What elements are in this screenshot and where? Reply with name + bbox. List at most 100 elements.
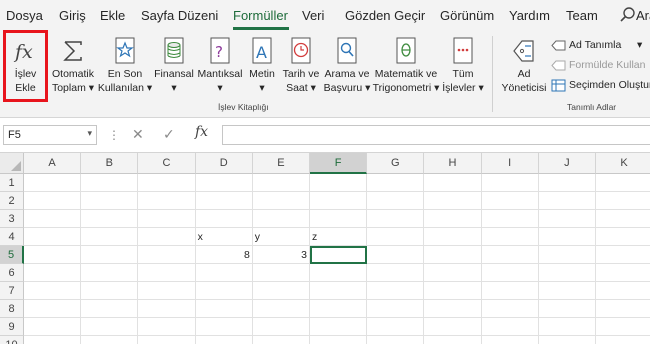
cell-b8[interactable] (81, 300, 139, 318)
cell-a8[interactable] (24, 300, 82, 318)
cell-g5[interactable] (367, 246, 425, 264)
cell-f8[interactable] (310, 300, 368, 318)
cell-i9[interactable] (481, 318, 539, 336)
column-header-i[interactable]: I (481, 153, 539, 174)
cell-g9[interactable] (367, 318, 425, 336)
row-header-8[interactable]: 8 (0, 300, 24, 318)
chevron-down-icon[interactable]: ▾ (87, 128, 92, 139)
cell-c4[interactable] (138, 228, 196, 246)
cell-e7[interactable] (252, 282, 310, 300)
logical-button[interactable]: ? Mantıksal ▾ (195, 32, 245, 104)
cell-h4[interactable] (424, 228, 482, 246)
cell-k8[interactable] (596, 300, 650, 318)
cell-b4[interactable] (81, 228, 139, 246)
cell-g4[interactable] (367, 228, 425, 246)
enter-button[interactable]: ✓ (163, 126, 175, 143)
cell-h10[interactable] (424, 336, 482, 344)
cell-c7[interactable] (138, 282, 196, 300)
column-header-e[interactable]: E (252, 153, 310, 174)
cell-f4[interactable]: z (310, 228, 368, 246)
cell-i3[interactable] (481, 210, 539, 228)
column-header-c[interactable]: C (138, 153, 196, 174)
cell-c3[interactable] (138, 210, 196, 228)
cell-i1[interactable] (481, 174, 539, 192)
more-options-icon[interactable]: ⋮ (108, 128, 120, 142)
cell-i10[interactable] (482, 336, 539, 344)
search-icon[interactable] (619, 6, 637, 24)
cell-h5[interactable] (424, 246, 482, 264)
active-cell[interactable] (310, 246, 368, 264)
cell-e4[interactable]: y (252, 228, 310, 246)
cell-e1[interactable] (252, 174, 310, 192)
cell-j9[interactable] (538, 318, 596, 336)
cell-k2[interactable] (596, 192, 650, 210)
row-header-6[interactable]: 6 (0, 264, 24, 282)
cell-c9[interactable] (138, 318, 196, 336)
tab-giris[interactable]: Giriş (59, 8, 86, 23)
cell-h9[interactable] (424, 318, 482, 336)
tab-ekle[interactable]: Ekle (100, 8, 125, 23)
cell-g7[interactable] (367, 282, 425, 300)
cell-a3[interactable] (24, 210, 82, 228)
cell-e3[interactable] (252, 210, 310, 228)
cell-f2[interactable] (310, 192, 368, 210)
cell-d6[interactable] (195, 264, 253, 282)
cell-c2[interactable] (138, 192, 196, 210)
column-header-g[interactable]: G (367, 153, 425, 174)
row-header-10[interactable]: 10 (0, 336, 24, 344)
cell-a10[interactable] (24, 336, 82, 344)
cell-f3[interactable] (310, 210, 368, 228)
tab-sayfa-duzeni[interactable]: Sayfa Düzeni (141, 8, 218, 23)
cell-k7[interactable] (596, 282, 650, 300)
cell-a6[interactable] (24, 264, 82, 282)
cell-j1[interactable] (538, 174, 596, 192)
more-functions-button[interactable]: Tüm İşlevler ▾ (440, 32, 486, 104)
cell-b2[interactable] (81, 192, 139, 210)
cell-k3[interactable] (596, 210, 650, 228)
cell-f1[interactable] (310, 174, 368, 192)
cell-j6[interactable] (538, 264, 596, 282)
cell-e9[interactable] (252, 318, 310, 336)
cell-c6[interactable] (138, 264, 196, 282)
name-manager-button[interactable]: Ad Yöneticisi (500, 32, 548, 104)
cell-h3[interactable] (424, 210, 482, 228)
cell-i6[interactable] (481, 264, 539, 282)
cell-k10[interactable] (596, 336, 650, 344)
cell-k1[interactable] (596, 174, 650, 192)
cell-d3[interactable] (195, 210, 253, 228)
row-header-2[interactable]: 2 (0, 192, 24, 210)
cell-k9[interactable] (596, 318, 650, 336)
cell-i5[interactable] (481, 246, 539, 264)
recently-used-button[interactable]: En Son Kullanılan ▾ (97, 32, 153, 104)
insert-function-formula-button[interactable]: fx (195, 124, 208, 140)
cell-h7[interactable] (424, 282, 482, 300)
cell-j2[interactable] (538, 192, 596, 210)
cell-g6[interactable] (367, 264, 425, 282)
cell-j7[interactable] (538, 282, 596, 300)
cell-j4[interactable] (538, 228, 596, 246)
cell-g2[interactable] (367, 192, 425, 210)
financial-button[interactable]: Finansal ▾ (153, 32, 195, 104)
row-header-3[interactable]: 3 (0, 210, 24, 228)
cell-d9[interactable] (195, 318, 253, 336)
cell-e10[interactable] (253, 336, 310, 344)
tab-gozden-gecir[interactable]: Gözden Geçir (345, 8, 425, 23)
name-box[interactable]: F5 ▾ (3, 125, 97, 145)
column-header-d[interactable]: D (195, 153, 253, 174)
cell-e2[interactable] (252, 192, 310, 210)
cell-k4[interactable] (596, 228, 650, 246)
cell-h8[interactable] (424, 300, 482, 318)
cell-a7[interactable] (24, 282, 82, 300)
search-label[interactable]: Ara (636, 8, 650, 23)
cell-a9[interactable] (24, 318, 82, 336)
cell-f7[interactable] (310, 282, 368, 300)
cell-g8[interactable] (367, 300, 425, 318)
cell-i8[interactable] (481, 300, 539, 318)
cell-g10[interactable] (367, 336, 425, 344)
cell-j8[interactable] (538, 300, 596, 318)
cell-f9[interactable] (310, 318, 368, 336)
cell-f10[interactable] (310, 336, 368, 344)
cell-d8[interactable] (195, 300, 253, 318)
cell-a2[interactable] (24, 192, 82, 210)
cell-d10[interactable] (196, 336, 253, 344)
